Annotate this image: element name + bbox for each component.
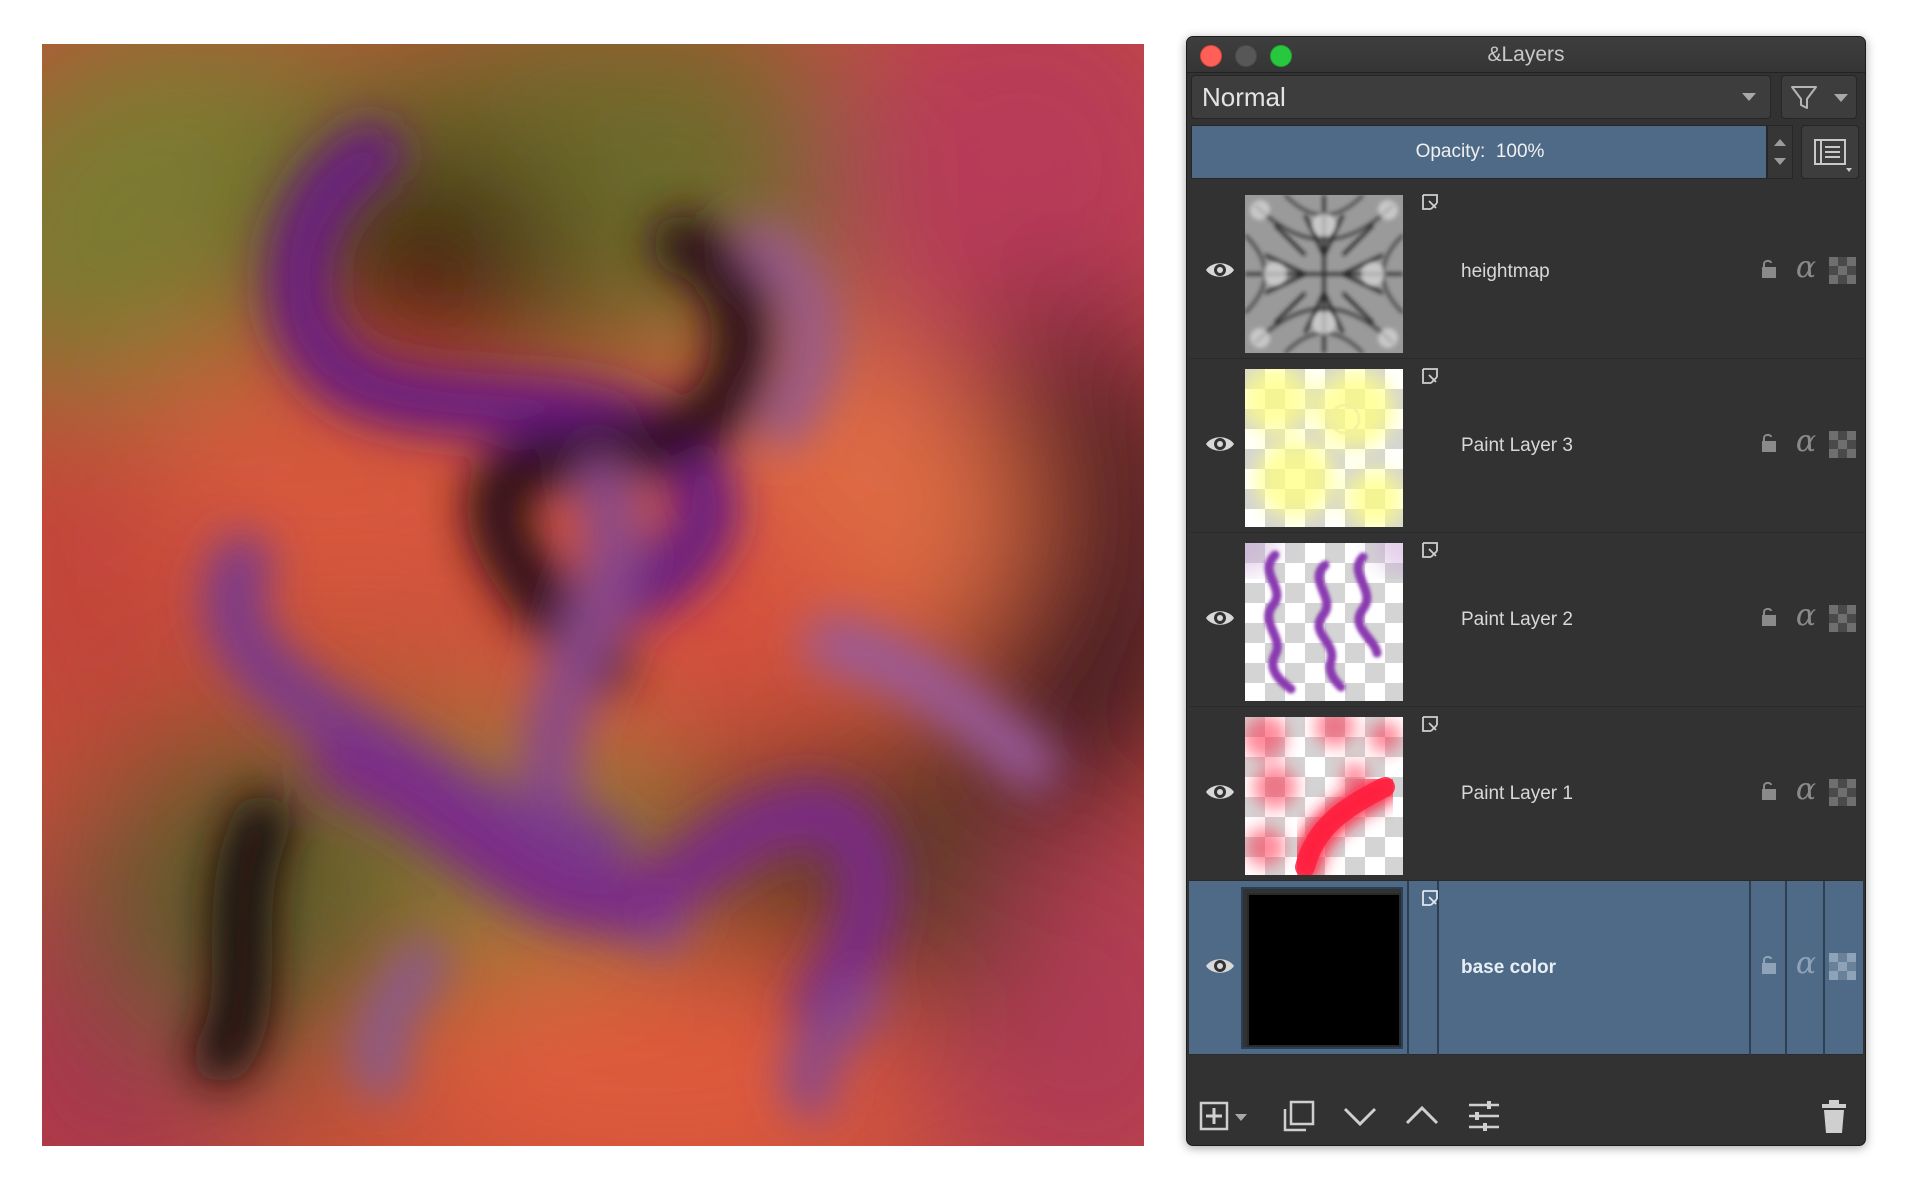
opacity-slider[interactable]: Opacity: 100%: [1191, 125, 1767, 179]
alpha-lock-icon[interactable]: α: [1789, 599, 1823, 633]
blend-mode-dropdown[interactable]: Normal: [1191, 75, 1771, 119]
filter-icon: [1791, 86, 1817, 109]
opacity-label: Opacity:: [1415, 141, 1486, 162]
alpha-lock-icon[interactable]: α: [1789, 773, 1823, 807]
eye-icon[interactable]: [1203, 427, 1237, 461]
duplicate-layer-icon: [1283, 1100, 1315, 1132]
purple-layer-thumbnail: [1245, 543, 1403, 701]
layer-properties-icon: [1469, 1101, 1499, 1131]
alpha-lock-icon[interactable]: α: [1789, 425, 1823, 459]
canvas-artwork: [42, 44, 1144, 1146]
blend-mode-value: Normal: [1202, 82, 1286, 112]
chevron-down-icon: [1834, 94, 1848, 102]
layer-thumbnail[interactable]: [1241, 713, 1403, 875]
eye-icon[interactable]: [1203, 775, 1237, 809]
chevron-down-icon: [1742, 93, 1756, 101]
docker-title: &Layers: [1487, 43, 1565, 66]
layer-row-paint-layer-2[interactable]: Paint Layer 2 α: [1189, 533, 1863, 707]
docker-titlebar[interactable]: &Layers: [1187, 37, 1865, 73]
inherit-alpha-icon[interactable]: [1829, 953, 1857, 981]
layer-filter-button[interactable]: [1781, 75, 1857, 119]
duplicate-layer-button[interactable]: [1277, 1095, 1319, 1137]
inherit-alpha-icon[interactable]: [1829, 431, 1857, 459]
layer-row-heightmap[interactable]: heightmap α: [1189, 185, 1863, 359]
lock-icon[interactable]: [1759, 431, 1779, 455]
column-separator: [1785, 881, 1787, 1055]
move-down-icon: [1343, 1107, 1377, 1127]
black-layer-thumbnail: [1247, 893, 1401, 1047]
clip-mask-icon[interactable]: [1419, 713, 1441, 735]
eye-icon[interactable]: [1203, 253, 1237, 287]
layer-row-base-color[interactable]: base color α: [1189, 881, 1863, 1055]
layer-toolbar: [1187, 1089, 1865, 1145]
yellow-layer-thumbnail: [1245, 369, 1403, 527]
painting-canvas[interactable]: [42, 44, 1144, 1146]
step-up-icon[interactable]: [1774, 139, 1786, 146]
opacity-stepper[interactable]: [1767, 125, 1793, 179]
inherit-alpha-icon[interactable]: [1829, 779, 1857, 807]
lock-icon[interactable]: [1759, 779, 1779, 803]
layer-row-paint-layer-1[interactable]: Paint Layer 1 α: [1189, 707, 1863, 881]
layer-thumbnail[interactable]: [1241, 539, 1403, 701]
move-layer-down-button[interactable]: [1339, 1095, 1381, 1137]
alpha-lock-icon[interactable]: α: [1789, 947, 1823, 981]
step-down-icon[interactable]: [1774, 158, 1786, 165]
list-view-icon: [1814, 139, 1852, 172]
clip-mask-icon[interactable]: [1419, 365, 1441, 387]
eye-icon[interactable]: [1203, 949, 1237, 983]
column-separator: [1749, 881, 1751, 1055]
clip-mask-icon[interactable]: [1419, 539, 1441, 561]
layer-row-paint-layer-3[interactable]: Paint Layer 3 α: [1189, 359, 1863, 533]
inherit-alpha-icon[interactable]: [1829, 605, 1857, 633]
layer-thumbnail[interactable]: [1241, 191, 1403, 353]
alpha-lock-icon[interactable]: α: [1789, 251, 1823, 285]
layer-list[interactable]: heightmap α Paint Layer 3 α Paint Layer …: [1189, 185, 1863, 1087]
move-up-icon: [1405, 1105, 1439, 1125]
layer-properties-button[interactable]: [1463, 1095, 1505, 1137]
lock-icon[interactable]: [1759, 257, 1779, 281]
opacity-readout: Opacity: 100%: [1192, 126, 1768, 178]
red-layer-thumbnail: [1245, 717, 1403, 875]
layers-docker: &Layers Normal Opacity: 100% heightmap α…: [1186, 36, 1866, 1146]
opacity-value: 100%: [1495, 141, 1545, 162]
layer-thumbnail[interactable]: [1241, 365, 1403, 527]
view-mode-button[interactable]: [1801, 125, 1859, 179]
lock-icon[interactable]: [1759, 953, 1779, 977]
layer-name[interactable]: Paint Layer 3: [1461, 359, 1573, 533]
heightmap-thumbnail: [1245, 195, 1403, 353]
layer-name[interactable]: Paint Layer 1: [1461, 707, 1573, 881]
layer-thumbnail[interactable]: [1241, 887, 1403, 1049]
clip-mask-icon[interactable]: [1419, 191, 1441, 213]
lock-icon[interactable]: [1759, 605, 1779, 629]
layer-name[interactable]: heightmap: [1461, 185, 1550, 359]
layer-name[interactable]: Paint Layer 2: [1461, 533, 1573, 707]
clip-mask-icon[interactable]: [1419, 887, 1441, 909]
move-layer-up-button[interactable]: [1401, 1095, 1443, 1137]
add-layer-icon: [1199, 1101, 1247, 1131]
delete-layer-button[interactable]: [1813, 1095, 1855, 1137]
column-separator: [1407, 881, 1409, 1055]
delete-layer-icon: [1822, 1100, 1846, 1133]
layer-name[interactable]: base color: [1461, 881, 1556, 1055]
inherit-alpha-icon[interactable]: [1829, 257, 1857, 285]
eye-icon[interactable]: [1203, 601, 1237, 635]
column-separator: [1823, 881, 1825, 1055]
add-layer-button[interactable]: [1195, 1095, 1255, 1137]
